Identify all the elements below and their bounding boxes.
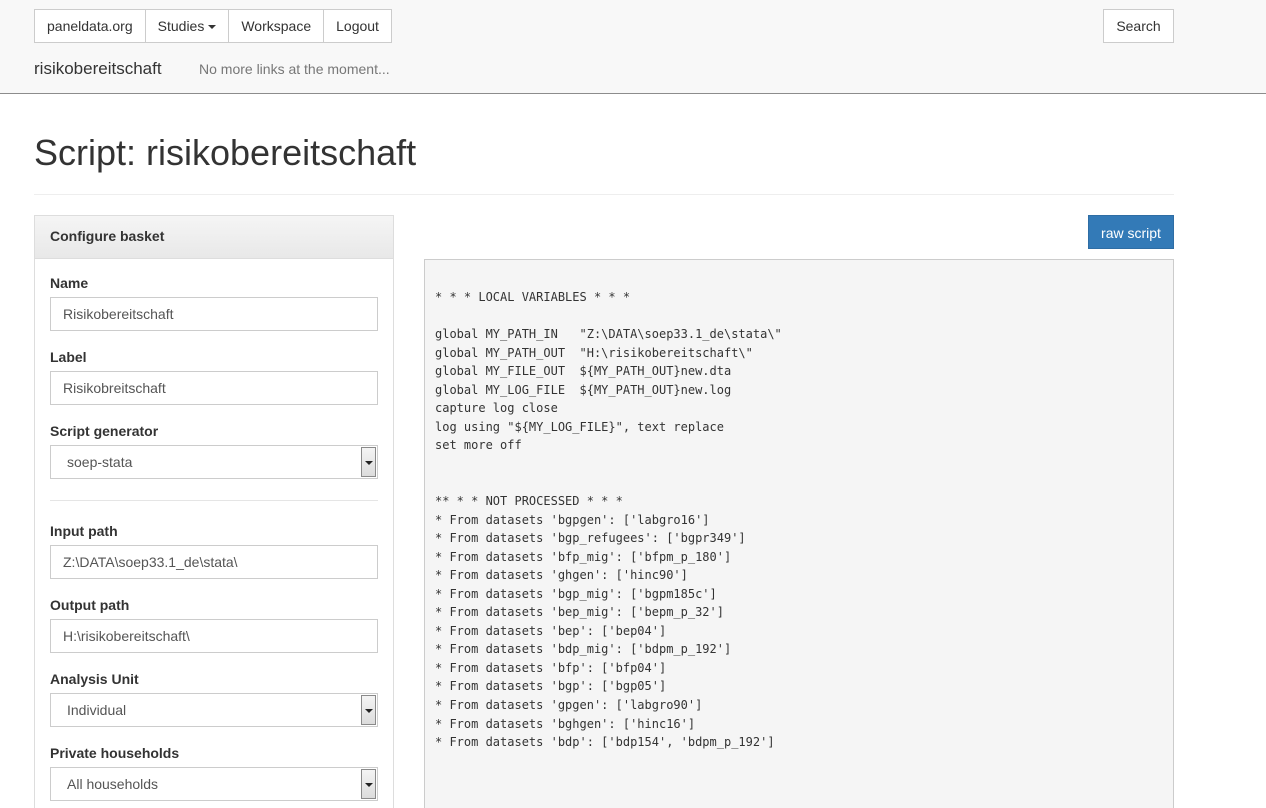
code-line: * * * LOCAL VARIABLES * * * bbox=[435, 290, 631, 304]
label-input[interactable]: Risikobreitschaft bbox=[50, 371, 378, 405]
private-households-value: All households bbox=[67, 776, 159, 792]
code-line: * From datasets 'bgp_refugees': ['bgpr34… bbox=[435, 531, 746, 546]
code-line: * From datasets 'bgp': ['bgp05'] bbox=[435, 679, 667, 694]
navbar-note: No more links at the moment... bbox=[199, 61, 390, 77]
code-line: * From datasets 'gpgen': ['labgro90'] bbox=[435, 698, 703, 713]
nav-logout-link[interactable]: Logout bbox=[324, 10, 391, 42]
code-line: * From datasets 'bep': ['bep04'] bbox=[435, 623, 667, 638]
name-label: Name bbox=[50, 275, 89, 291]
private-households-label: Private households bbox=[50, 745, 180, 761]
navbar: paneldata.org Studies Workspace Logout S… bbox=[0, 0, 1266, 94]
name-input[interactable]: Risikobereitschaft bbox=[50, 297, 378, 331]
code-line: * From datasets 'bgpgen': ['labgro16'] bbox=[435, 512, 710, 527]
code-line: * From datasets 'bdp': ['bdp154', 'bdpm_… bbox=[435, 735, 775, 750]
code-line: ** * * NOT PROCESSED * * * bbox=[435, 494, 623, 509]
code-line: * From datasets 'bghgen': ['hinc16'] bbox=[435, 716, 696, 731]
panel-heading: Configure basket bbox=[35, 216, 393, 259]
panel-divider bbox=[50, 500, 378, 501]
code-line: * From datasets 'bfp_mig': ['bfpm_p_180'… bbox=[435, 549, 732, 564]
private-households-select[interactable]: All households bbox=[50, 767, 378, 801]
output-path-field[interactable]: H:\risikobereitschaft\ bbox=[50, 619, 378, 653]
search-button[interactable]: Search bbox=[1103, 9, 1174, 43]
page-title: Script: risikobereitschaft bbox=[34, 132, 417, 173]
nav-workspace-link[interactable]: Workspace bbox=[229, 10, 325, 42]
script-code-block: * * * LOCAL VARIABLES * * * global MY_PAT… bbox=[424, 259, 1174, 808]
script-generator-label: Script generator bbox=[50, 423, 159, 439]
code-line: set more off bbox=[435, 438, 522, 453]
chevron-down-icon[interactable] bbox=[361, 769, 376, 799]
script-generator-select[interactable]: soep-stata bbox=[50, 445, 378, 479]
configure-basket-panel: Configure basket Name Risikobereitschaft… bbox=[34, 215, 394, 808]
code-line: * From datasets 'bep_mig': ['bepm_p_32'] bbox=[435, 605, 724, 620]
caret-down-icon bbox=[208, 25, 217, 30]
nav-home-link[interactable]: paneldata.org bbox=[35, 10, 146, 42]
navbar-brand[interactable]: risikobereitschaft bbox=[34, 58, 162, 80]
script-generator-value: soep-stata bbox=[67, 454, 133, 470]
title-divider bbox=[34, 194, 1174, 195]
code-line: global MY_LOG_FILE ${MY_PATH_OUT}new.log bbox=[435, 382, 732, 397]
nav-studies-dropdown[interactable]: Studies bbox=[146, 10, 230, 42]
code-line: capture log close bbox=[435, 401, 558, 416]
nav-studies-label: Studies bbox=[157, 18, 205, 34]
nav-button-group: paneldata.org Studies Workspace Logout bbox=[34, 9, 392, 43]
chevron-down-icon[interactable] bbox=[361, 695, 376, 725]
raw-script-button[interactable]: raw script bbox=[1088, 215, 1174, 249]
input-path-label: Input path bbox=[50, 523, 118, 539]
chevron-down-icon[interactable] bbox=[361, 447, 376, 477]
analysis-unit-label: Analysis Unit bbox=[50, 671, 139, 687]
code-line: * From datasets 'bfp': ['bfp04'] bbox=[435, 660, 667, 675]
label-label: Label bbox=[50, 349, 87, 365]
output-path-label: Output path bbox=[50, 597, 130, 613]
code-line: global MY_PATH_IN "Z:\DATA\soep33.1_de\s… bbox=[435, 327, 782, 342]
analysis-unit-value: Individual bbox=[67, 702, 127, 718]
code-line: global MY_PATH_OUT "H:\risikobereitschaf… bbox=[435, 345, 753, 360]
code-line: * From datasets 'bdp_mig': ['bdpm_p_192'… bbox=[435, 642, 732, 657]
code-line: log using "${MY_LOG_FILE}", text replace bbox=[435, 419, 724, 434]
code-line: * From datasets 'bgp_mig': ['bgpm185c'] bbox=[435, 586, 717, 601]
input-path-field[interactable]: Z:\DATA\soep33.1_de\stata\ bbox=[50, 545, 378, 579]
analysis-unit-select[interactable]: Individual bbox=[50, 693, 378, 727]
code-line: global MY_FILE_OUT ${MY_PATH_OUT}new.dta bbox=[435, 364, 732, 379]
code-line: * From datasets 'ghgen': ['hinc90'] bbox=[435, 568, 688, 583]
